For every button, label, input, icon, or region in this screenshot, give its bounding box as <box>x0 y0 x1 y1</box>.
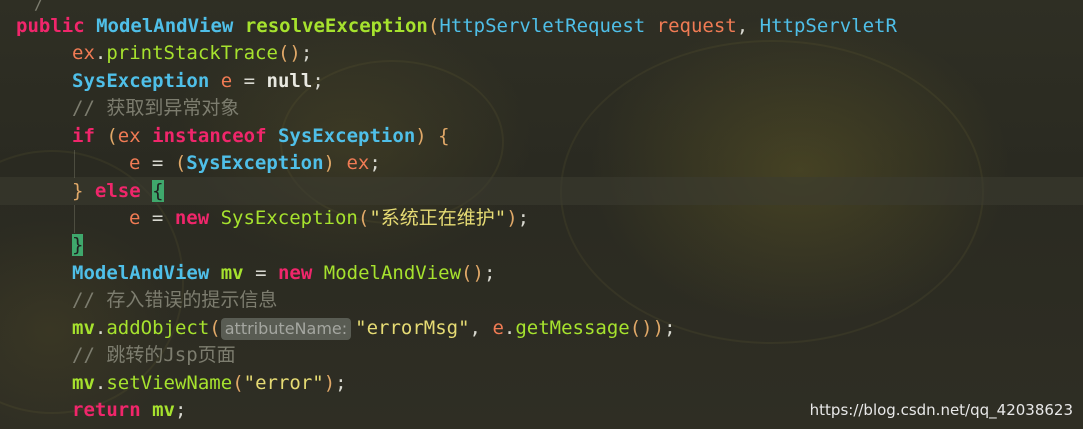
code-fragment-top: / <box>34 0 44 13</box>
semicolon: ; <box>300 42 313 64</box>
code-comment[interactable]: // 存入错误的提示信息 <box>72 287 277 314</box>
param-type: HttpServletR <box>759 15 897 37</box>
code-line-10[interactable]: ModelAndView mv = new ModelAndView(); <box>72 260 495 287</box>
identifier: ex <box>117 125 141 147</box>
brace: { <box>438 125 450 147</box>
identifier: mv <box>72 372 95 394</box>
string-literal: "errorMsg" <box>355 317 470 339</box>
method-call: printStackTrace <box>106 42 278 64</box>
keyword: new <box>277 262 313 284</box>
operator: = <box>255 262 267 284</box>
keyword: new <box>174 207 210 229</box>
type-name: ModelAndView <box>72 262 210 284</box>
dot: . <box>503 317 516 339</box>
code-line-12[interactable]: mv.addObject(attributeName: "errorMsg", e… <box>72 315 676 342</box>
paren: () <box>277 42 301 64</box>
code-editor[interactable]: / public ModelAndView resolveException(H… <box>0 0 1083 429</box>
indent-guide <box>74 150 75 178</box>
type-name: SysException <box>72 70 210 92</box>
code-line-9[interactable]: } <box>72 232 84 259</box>
operator: = <box>151 152 164 174</box>
dot: . <box>94 317 107 339</box>
semicolon: ; <box>517 207 530 229</box>
comma: , <box>469 317 481 339</box>
code-comment[interactable]: // 获取到异常对象 <box>72 95 239 122</box>
null-literal: null <box>266 70 313 92</box>
parameter-hint: attributeName: <box>220 318 352 340</box>
method-call: setViewName <box>106 372 233 394</box>
keyword: return <box>72 399 141 421</box>
paren: ) <box>323 372 336 394</box>
code-line-3[interactable]: SysException e = null; <box>72 68 324 95</box>
keyword: if <box>72 125 95 147</box>
paren: ) <box>323 152 335 174</box>
keyword: else <box>94 180 141 202</box>
watermark-url: https://blog.csdn.net/qq_42038623 <box>809 401 1073 419</box>
code-line-2[interactable]: ex.printStackTrace(); <box>72 40 312 67</box>
identifier: ex <box>346 152 370 174</box>
matched-brace: { <box>152 180 164 202</box>
code-line-15[interactable]: return mv; <box>72 397 186 424</box>
semicolon: ; <box>664 317 676 339</box>
string-literal: "系统正在维护" <box>369 207 507 229</box>
identifier: mv <box>152 399 175 421</box>
indent-guide <box>74 205 75 233</box>
operator: = <box>243 70 256 92</box>
type-name: SysException <box>277 125 416 147</box>
paren: ( <box>209 317 221 339</box>
keyword: instanceof <box>152 125 267 147</box>
semicolon: ; <box>312 70 324 92</box>
brace: } <box>72 180 84 202</box>
paren: ()) <box>629 317 665 339</box>
semicolon: ; <box>335 372 347 394</box>
comma: , <box>736 15 749 37</box>
method-name: resolveException <box>244 15 428 37</box>
paren: ) <box>506 207 518 229</box>
paren: ( <box>174 152 187 174</box>
param-name: request <box>656 15 737 37</box>
method-call: getMessage <box>515 317 630 339</box>
code-line-8[interactable]: e = new SysException("系统正在维护"); <box>129 205 529 232</box>
constructor: ModelAndView <box>323 262 462 284</box>
paren: ( <box>232 372 244 394</box>
identifier: ex <box>72 42 95 64</box>
semicolon: ; <box>174 399 187 421</box>
paren: ( <box>357 207 370 229</box>
matched-brace: } <box>72 234 84 256</box>
operator: = <box>151 207 164 229</box>
keyword: public <box>16 15 85 37</box>
paren: () <box>461 262 484 284</box>
dot: . <box>94 42 107 64</box>
identifier: mv <box>220 262 244 284</box>
code-line-7[interactable]: } else { <box>72 178 164 205</box>
paren: ( <box>106 125 118 147</box>
semicolon: ; <box>483 262 496 284</box>
identifier: e <box>220 70 233 92</box>
code-line-1[interactable]: public ModelAndView resolveException(Htt… <box>16 13 897 40</box>
code-line-6[interactable]: e = (SysException) ex; <box>129 150 381 177</box>
constructor: SysException <box>220 207 358 229</box>
identifier: e <box>492 317 504 339</box>
code-line-5[interactable]: if (ex instanceof SysException) { <box>72 123 450 150</box>
paren: ) <box>415 125 427 147</box>
semicolon: ; <box>369 152 381 174</box>
identifier: mv <box>72 317 95 339</box>
param-type: HttpServletRequest <box>439 15 646 37</box>
identifier: e <box>129 152 141 174</box>
method-call: addObject <box>106 317 210 339</box>
code-line-14[interactable]: mv.setViewName("error"); <box>72 370 347 397</box>
code-comment[interactable]: // 跳转的Jsp页面 <box>72 342 236 369</box>
identifier: e <box>129 207 141 229</box>
return-type: ModelAndView <box>96 15 234 37</box>
paren: ( <box>427 15 440 37</box>
string-literal: "error" <box>243 372 324 394</box>
dot: . <box>94 372 107 394</box>
type-name: SysException <box>186 152 324 174</box>
